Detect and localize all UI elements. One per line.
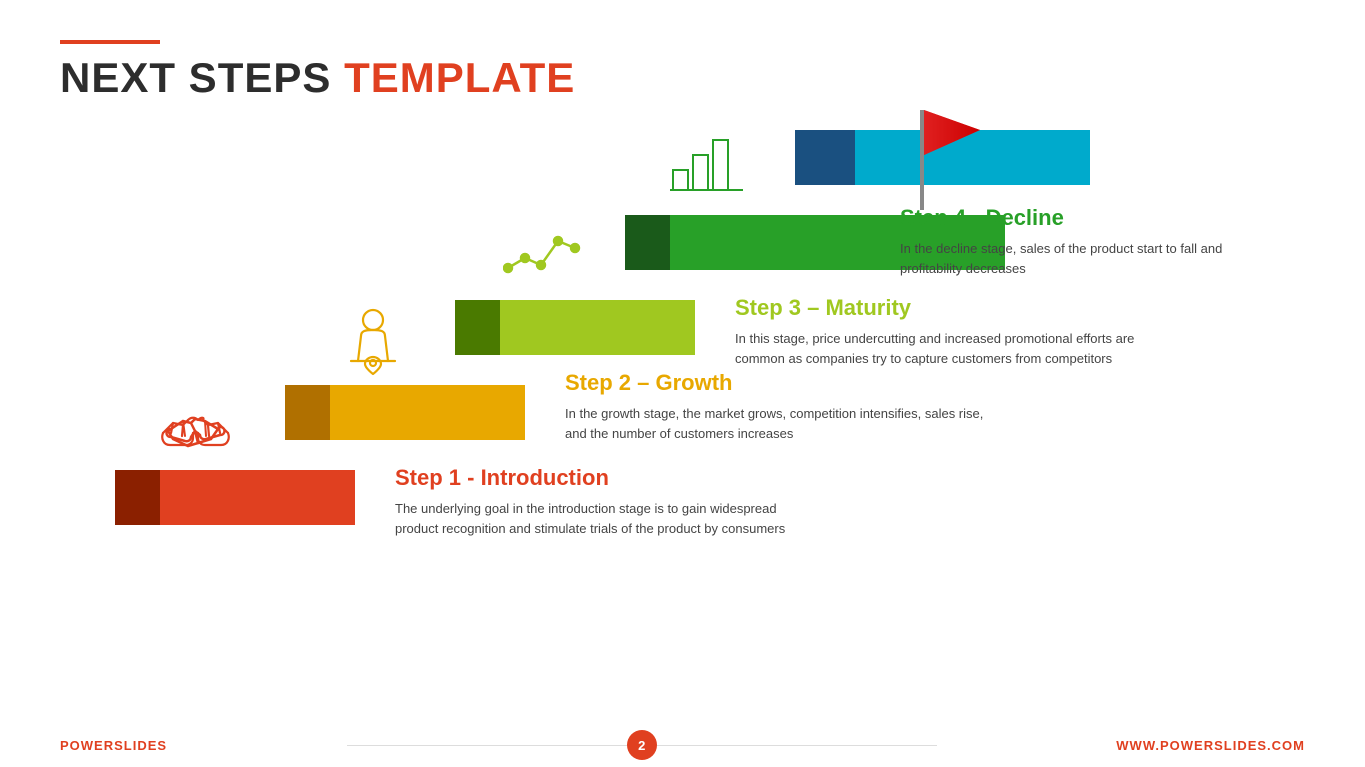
step3-bar-dark (455, 300, 500, 355)
step1-description: The underlying goal in the introduction … (395, 499, 815, 538)
step4-title: Step 4 - Decline (900, 205, 1280, 231)
step2-title: Step 2 – Growth (565, 370, 985, 396)
person-svg (343, 306, 403, 376)
step2-bar-main (330, 385, 525, 440)
linechart-svg (503, 223, 588, 283)
footer-brand: POWERSLIDES (60, 738, 167, 753)
step5-bar-dark (795, 130, 855, 185)
page-title: NEXT STEPS TEMPLATE (60, 54, 575, 102)
linechart-icon-container (498, 215, 593, 290)
barchart-icon-container (660, 125, 755, 200)
footer-website: WWW.POWERSLIDES.COM (1116, 738, 1305, 753)
step3-bar-main (500, 300, 695, 355)
step3-content: Step 3 – Maturity In this stage, price u… (735, 295, 1155, 368)
step2-bar-dark (285, 385, 330, 440)
handshake-icon-container (155, 393, 235, 463)
handshake-svg (158, 398, 233, 458)
page-number: 2 (627, 730, 657, 760)
step3-bar (455, 300, 695, 355)
header: NEXT STEPS TEMPLATE (60, 40, 575, 102)
footer: POWERSLIDES 2 WWW.POWERSLIDES.COM (0, 723, 1365, 767)
step4-content: Step 4 - Decline In the decline stage, s… (900, 205, 1280, 278)
step2-bar (285, 385, 525, 440)
step1-content: Step 1 - Introduction The underlying goa… (395, 465, 815, 538)
step1-bar (115, 470, 355, 525)
flag-icon (890, 100, 990, 210)
step1-bar-main (160, 470, 355, 525)
flag-container (890, 100, 990, 210)
step2-description: In the growth stage, the market grows, c… (565, 404, 985, 443)
step1-bar-dark (115, 470, 160, 525)
step4-bar-dark (625, 215, 670, 270)
step1-title: Step 1 - Introduction (395, 465, 815, 491)
step3-title: Step 3 – Maturity (735, 295, 1155, 321)
step4-description: In the decline stage, sales of the produ… (900, 239, 1280, 278)
step2-content: Step 2 – Growth In the growth stage, the… (565, 370, 985, 443)
step3-description: In this stage, price undercutting and in… (735, 329, 1155, 368)
header-accent-line (60, 40, 160, 44)
barchart-svg (668, 130, 748, 195)
person-icon-container (335, 303, 410, 378)
